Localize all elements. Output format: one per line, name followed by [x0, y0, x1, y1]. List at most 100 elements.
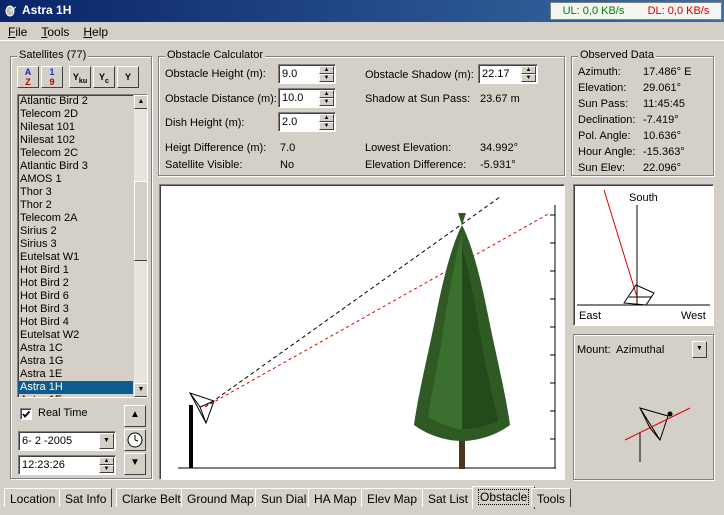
obstacle-distance-value: 10.0 — [282, 92, 304, 104]
satellite-list-item[interactable]: Telecom 2D — [18, 108, 134, 121]
spin-down-icon[interactable]: ▼ — [319, 74, 334, 82]
window-title: Astra 1H — [22, 3, 72, 17]
scroll-up-arrow-icon[interactable]: ▲ — [134, 95, 147, 109]
satellite-list-item[interactable]: Atlantic Bird 3 — [18, 160, 134, 173]
spin-down-icon[interactable]: ▼ — [99, 465, 114, 473]
satellite-list-item[interactable]: Telecom 2A — [18, 212, 134, 225]
satellite-list-item[interactable]: Astra 1C — [18, 342, 134, 355]
observed-label: Declination: — [578, 114, 636, 126]
obstacle-height-stepper[interactable]: 9.0 ▲ ▼ — [278, 64, 336, 84]
obstacle-height-value: 9.0 — [282, 68, 298, 80]
scroll-down-arrow-icon[interactable]: ▼ — [134, 383, 147, 397]
upload-rate: UL: 0,0 KB/s — [562, 5, 625, 17]
satellite-list-item[interactable]: AMOS 1 — [18, 173, 134, 186]
date-picker[interactable]: 6- 2 -2005 ▼ — [18, 431, 116, 451]
observed-label: Elevation: — [578, 82, 627, 94]
time-up-button[interactable]: ▲ — [124, 405, 146, 427]
filter-search-button[interactable]: Y — [117, 66, 139, 88]
observed-label: Pol. Angle: — [578, 130, 631, 142]
satellite-dish-icon — [5, 5, 17, 17]
observed-value: 10.636° — [643, 130, 682, 142]
spin-up-icon[interactable]: ▲ — [319, 114, 334, 122]
spin-down-icon[interactable]: ▼ — [319, 98, 334, 106]
compass-view: South East West — [573, 184, 714, 326]
satellite-list-item[interactable]: Astra 1H — [18, 381, 134, 394]
satellite-list-item[interactable]: Telecom 2C — [18, 147, 134, 160]
tab-ha-map[interactable]: HA Map — [308, 488, 363, 507]
observed-value: 22.096° — [643, 162, 682, 174]
height-difference-value: 7.0 — [280, 142, 296, 154]
satellite-list-item[interactable]: Thor 2 — [18, 199, 134, 212]
observed-value: -15.363° — [643, 146, 685, 158]
tab-tools[interactable]: Tools — [531, 488, 572, 507]
filter-c-button[interactable]: Yc — [93, 66, 115, 88]
scroll-thumb[interactable] — [134, 181, 147, 261]
dish-height-stepper[interactable]: 2.0 ▲ ▼ — [278, 112, 336, 132]
sort-numeric-button[interactable]: 1 9 — [41, 66, 63, 88]
observed-label: Hour Angle: — [578, 146, 636, 158]
tab-clarke-belt[interactable]: Clarke Belt — [116, 488, 187, 507]
filter-ku-button[interactable]: Yku — [69, 66, 91, 88]
elevation-difference-label: Elevation Difference: — [365, 159, 467, 171]
time-down-button[interactable]: ▼ — [124, 453, 146, 475]
sort-alpha-button[interactable]: A Z — [17, 66, 39, 88]
satellite-list-item[interactable]: Eutelsat W1 — [18, 251, 134, 264]
tab-ground-map[interactable]: Ground Map — [181, 488, 260, 507]
satellite-list-item[interactable]: Hot Bird 1 — [18, 264, 134, 277]
obstacle-distance-stepper[interactable]: 10.0 ▲ ▼ — [278, 88, 336, 108]
spin-up-icon[interactable]: ▲ — [521, 66, 536, 74]
obstacle-shadow-value: 22.17 — [482, 68, 510, 80]
satellite-list-item[interactable]: Astra 1E — [18, 368, 134, 381]
tree-icon — [414, 213, 510, 469]
mount-dropdown-arrow-icon[interactable]: ▼ — [692, 341, 707, 358]
realtime-clock-button[interactable] — [124, 429, 146, 451]
menu-tools[interactable]: Tools — [33, 22, 75, 39]
obstacle-distance-label: Obstacle Distance (m): — [165, 93, 277, 105]
spin-up-icon[interactable]: ▲ — [99, 457, 114, 465]
satellite-list-item[interactable]: Eutelsat W2 — [18, 329, 134, 342]
satellite-list-scrollbar[interactable]: ▲ ▼ — [133, 95, 147, 397]
tab-obstacle[interactable]: Obstacle — [472, 486, 536, 509]
satellite-list-item[interactable]: Sirius 2 — [18, 225, 134, 238]
tab-label: Sat List — [428, 492, 469, 506]
obstacle-view — [159, 184, 565, 480]
satellite-list-item[interactable]: Hot Bird 3 — [18, 303, 134, 316]
menu-file[interactable]: File — [0, 22, 33, 39]
satellite-list-item[interactable]: Sirius 3 — [18, 238, 134, 251]
dropdown-arrow-icon[interactable]: ▼ — [99, 433, 114, 449]
satellite-list-item[interactable]: Hot Bird 2 — [18, 277, 134, 290]
satellite-list-item[interactable]: Nilesat 102 — [18, 134, 134, 147]
network-status: UL: 0,0 KB/s DL: 0,0 KB/s — [550, 2, 722, 20]
tab-label: Sat Info — [65, 492, 107, 506]
satellite-list-item[interactable]: Astra 1G — [18, 355, 134, 368]
satellite-list-item[interactable]: Hot Bird 6 — [18, 290, 134, 303]
azimuth-line — [603, 189, 638, 298]
menu-help[interactable]: Help — [75, 22, 114, 39]
lowest-elevation-label: Lowest Elevation: — [365, 142, 452, 154]
spin-down-icon[interactable]: ▼ — [521, 74, 536, 82]
tab-elev-map[interactable]: Elev Map — [361, 488, 424, 507]
satellite-list-item[interactable]: Atlantic Bird 2 — [18, 95, 134, 108]
satellite-list[interactable]: Atlantic Bird 2 Telecom 2D Nilesat 101 Nile… — [17, 94, 148, 398]
spin-up-icon[interactable]: ▲ — [319, 66, 334, 74]
observed-value: 17.486° E — [643, 66, 692, 78]
realtime-checkbox[interactable] — [20, 408, 32, 420]
tab-sun-dial[interactable]: Sun Dial — [255, 488, 313, 507]
tab-sat-list[interactable]: Sat List — [422, 488, 475, 507]
spin-up-icon[interactable]: ▲ — [319, 90, 334, 98]
title-bar[interactable]: Astra 1H UL: 0,0 KB/s DL: 0,0 KB/s — [0, 0, 724, 22]
satellite-items: Atlantic Bird 2 Telecom 2D Nilesat 101 Nile… — [18, 95, 147, 397]
tab-label: Clarke Belt — [122, 492, 181, 506]
observed-value: -7.419° — [643, 114, 679, 126]
satellite-list-item[interactable]: Astra 1F — [18, 394, 134, 397]
spin-down-icon[interactable]: ▼ — [319, 122, 334, 130]
elevation-difference-value: -5.931° — [480, 159, 516, 171]
satellite-list-item[interactable]: Hot Bird 4 — [18, 316, 134, 329]
satellite-list-item[interactable]: Thor 3 — [18, 186, 134, 199]
tab-sat-info[interactable]: Sat Info — [59, 488, 113, 507]
tab-location[interactable]: Location — [4, 488, 62, 507]
obstacle-shadow-stepper[interactable]: 22.17 ▲ ▼ — [478, 64, 538, 84]
satellite-list-item[interactable]: Nilesat 101 — [18, 121, 134, 134]
time-field[interactable]: 12:23:26 ▲ ▼ — [18, 455, 116, 475]
height-scale-ticks — [550, 214, 555, 440]
